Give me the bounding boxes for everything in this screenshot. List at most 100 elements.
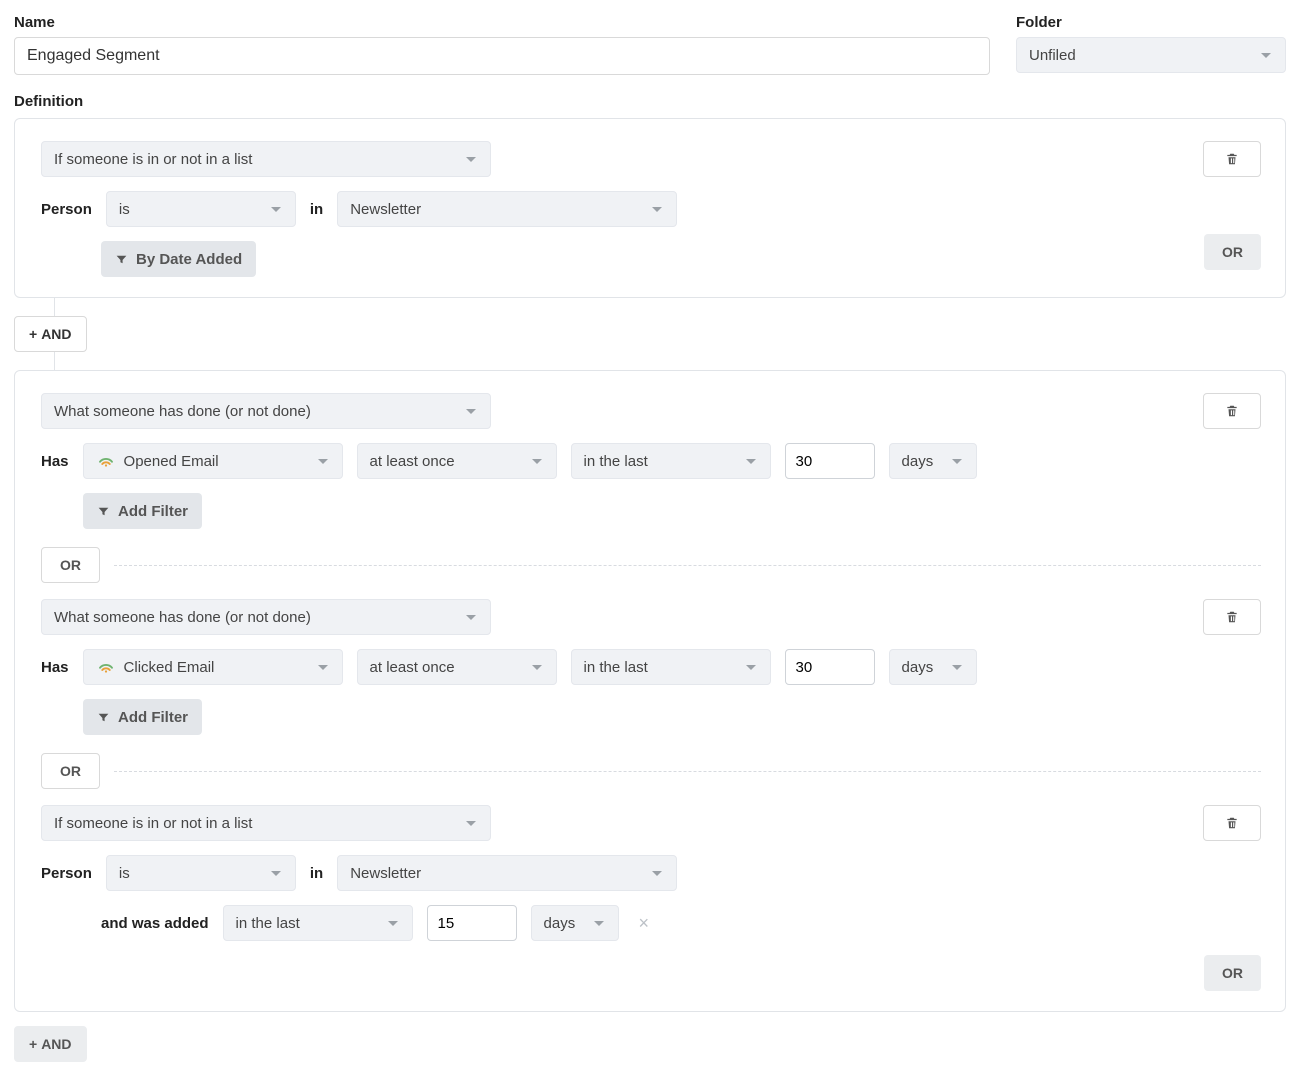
- frequency-value: at least once: [370, 453, 455, 470]
- frequency-select[interactable]: at least once: [357, 649, 557, 685]
- condition-type-value: If someone is in or not in a list: [54, 815, 252, 832]
- and-button-bottom[interactable]: + AND: [14, 1026, 87, 1062]
- caret-down-icon: [652, 871, 662, 876]
- unit-select[interactable]: days: [889, 649, 977, 685]
- condition-group-1: If someone is in or not in a list Person…: [14, 118, 1286, 298]
- person-label: Person: [41, 865, 92, 882]
- and-was-added-label: and was added: [101, 915, 209, 932]
- condition-type-select[interactable]: If someone is in or not in a list: [41, 141, 491, 177]
- caret-down-icon: [318, 459, 328, 464]
- name-label: Name: [14, 14, 990, 31]
- add-filter-button[interactable]: Add Filter: [83, 493, 202, 529]
- clear-filter-button[interactable]: ×: [633, 913, 656, 934]
- definition-label: Definition: [14, 93, 1286, 110]
- frequency-value: at least once: [370, 659, 455, 676]
- event-value: Opened Email: [124, 453, 219, 470]
- timeframe-value: in the last: [584, 453, 648, 470]
- has-label: Has: [41, 453, 69, 470]
- operator-select[interactable]: is: [106, 855, 296, 891]
- condition-group-2: What someone has done (or not done) Has …: [14, 370, 1286, 1012]
- list-select[interactable]: Newsletter: [337, 191, 677, 227]
- timeframe-value: in the last: [584, 659, 648, 676]
- caret-down-icon: [532, 665, 542, 670]
- plus-icon: +: [29, 326, 37, 342]
- trash-icon: [1225, 152, 1239, 166]
- caret-down-icon: [271, 871, 281, 876]
- added-days-input[interactable]: [427, 905, 517, 941]
- or-label: OR: [1222, 965, 1243, 981]
- trash-icon: [1225, 610, 1239, 624]
- filter-icon: [115, 253, 128, 266]
- or-connector[interactable]: OR: [41, 753, 100, 789]
- klaviyo-icon: [96, 451, 116, 471]
- caret-down-icon: [532, 459, 542, 464]
- or-label: OR: [1222, 244, 1243, 260]
- by-date-added-button[interactable]: By Date Added: [101, 241, 256, 277]
- condition-type-select[interactable]: If someone is in or not in a list: [41, 805, 491, 841]
- caret-down-icon: [952, 665, 962, 670]
- add-filter-label: Add Filter: [118, 709, 188, 726]
- person-label: Person: [41, 201, 92, 218]
- operator-value: is: [119, 865, 130, 882]
- in-label: in: [310, 865, 323, 882]
- unit-select[interactable]: days: [889, 443, 977, 479]
- list-select[interactable]: Newsletter: [337, 855, 677, 891]
- connector-line: [54, 298, 55, 316]
- folder-label: Folder: [1016, 14, 1286, 31]
- event-select[interactable]: Clicked Email: [83, 649, 343, 685]
- caret-down-icon: [466, 409, 476, 414]
- dashed-divider: [114, 771, 1261, 772]
- dashed-divider: [114, 565, 1261, 566]
- days-input[interactable]: [785, 649, 875, 685]
- condition-type-select[interactable]: What someone has done (or not done): [41, 599, 491, 635]
- list-value: Newsletter: [350, 865, 421, 882]
- days-input[interactable]: [785, 443, 875, 479]
- add-filter-label: Add Filter: [118, 503, 188, 520]
- caret-down-icon: [466, 821, 476, 826]
- by-date-added-label: By Date Added: [136, 251, 242, 268]
- filter-icon: [97, 505, 110, 518]
- added-timeframe-select[interactable]: in the last: [223, 905, 413, 941]
- in-label: in: [310, 201, 323, 218]
- condition-type-value: What someone has done (or not done): [54, 609, 311, 626]
- event-value: Clicked Email: [124, 659, 215, 676]
- added-unit-value: days: [544, 915, 576, 932]
- caret-down-icon: [466, 157, 476, 162]
- unit-value: days: [902, 453, 934, 470]
- delete-condition-button[interactable]: [1203, 393, 1261, 429]
- filter-icon: [97, 711, 110, 724]
- caret-down-icon: [594, 921, 604, 926]
- and-label: AND: [41, 1036, 71, 1052]
- condition-type-select[interactable]: What someone has done (or not done): [41, 393, 491, 429]
- caret-down-icon: [388, 921, 398, 926]
- plus-icon: +: [29, 1036, 37, 1052]
- added-timeframe-value: in the last: [236, 915, 300, 932]
- folder-select[interactable]: Unfiled: [1016, 37, 1286, 73]
- and-button[interactable]: + AND: [14, 316, 87, 352]
- condition-type-value: If someone is in or not in a list: [54, 151, 252, 168]
- operator-select[interactable]: is: [106, 191, 296, 227]
- name-input[interactable]: [14, 37, 990, 75]
- trash-icon: [1225, 816, 1239, 830]
- has-label: Has: [41, 659, 69, 676]
- timeframe-select[interactable]: in the last: [571, 649, 771, 685]
- frequency-select[interactable]: at least once: [357, 443, 557, 479]
- delete-condition-button[interactable]: [1203, 141, 1261, 177]
- or-button[interactable]: OR: [1204, 955, 1261, 991]
- delete-condition-button[interactable]: [1203, 805, 1261, 841]
- condition-type-value: What someone has done (or not done): [54, 403, 311, 420]
- caret-down-icon: [746, 459, 756, 464]
- unit-value: days: [902, 659, 934, 676]
- delete-condition-button[interactable]: [1203, 599, 1261, 635]
- connector-line: [54, 352, 55, 370]
- caret-down-icon: [652, 207, 662, 212]
- or-connector[interactable]: OR: [41, 547, 100, 583]
- caret-down-icon: [318, 665, 328, 670]
- event-select[interactable]: Opened Email: [83, 443, 343, 479]
- timeframe-select[interactable]: in the last: [571, 443, 771, 479]
- caret-down-icon: [271, 207, 281, 212]
- caret-down-icon: [1261, 53, 1271, 58]
- or-button[interactable]: OR: [1204, 234, 1261, 270]
- add-filter-button[interactable]: Add Filter: [83, 699, 202, 735]
- added-unit-select[interactable]: days: [531, 905, 619, 941]
